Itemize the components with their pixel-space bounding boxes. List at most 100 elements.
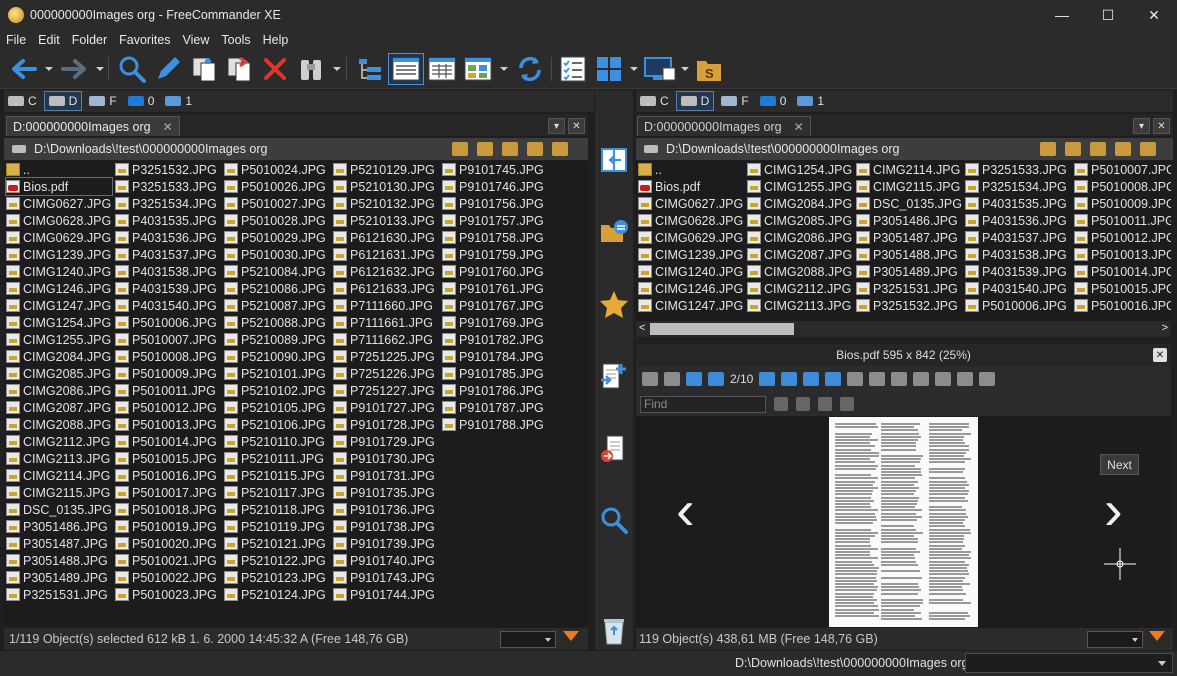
close-button[interactable]: ✕ (1131, 0, 1177, 30)
file-item[interactable]: P9101736.JPG (333, 501, 435, 518)
file-item[interactable]: P5010008.JPG (115, 348, 217, 365)
file-item[interactable]: P6121631.JPG (333, 246, 435, 263)
file-item[interactable]: P5010021.JPG (115, 552, 217, 569)
file-item[interactable]: CIMG1240.JPG (6, 263, 112, 280)
file-item[interactable]: .. (6, 161, 112, 178)
file-item[interactable]: P5010011.JPG (1074, 212, 1171, 229)
file-item[interactable]: P9101745.JPG (442, 161, 544, 178)
file-item[interactable]: P4031540.JPG (965, 280, 1067, 297)
file-item[interactable]: CIMG2115.JPG (6, 484, 112, 501)
file-item[interactable]: P5010011.JPG (115, 382, 217, 399)
file-item[interactable]: P9101735.JPG (333, 484, 435, 501)
find-options-icon[interactable] (774, 397, 788, 411)
save-page-icon[interactable] (913, 372, 929, 386)
zoom-out-icon[interactable] (935, 372, 951, 386)
minimize-button[interactable]: — (1039, 0, 1085, 30)
rotate-left-icon[interactable] (803, 372, 819, 386)
file-item[interactable]: P9101744.JPG (333, 586, 435, 603)
file-item[interactable]: P9101757.JPG (442, 212, 544, 229)
file-item[interactable]: P9101728.JPG (333, 416, 435, 433)
file-item[interactable]: P5210115.JPG (224, 467, 326, 484)
file-item[interactable]: CIMG0628.JPG (638, 212, 743, 229)
file-item[interactable]: CIMG2085.JPG (747, 212, 852, 229)
tree-view-icon[interactable] (354, 53, 386, 85)
file-item[interactable]: P9101731.JPG (333, 467, 435, 484)
maximize-button[interactable]: ☐ (1085, 0, 1131, 30)
drive-d[interactable]: D (676, 91, 715, 111)
print-icon[interactable] (979, 372, 995, 386)
sync-icon[interactable] (513, 53, 547, 85)
drive-f[interactable]: F (85, 91, 120, 111)
fit-page-icon[interactable] (642, 372, 658, 386)
file-item[interactable]: P5210084.JPG (224, 263, 326, 280)
file-item[interactable]: DSC_0135.JPG (6, 501, 112, 518)
file-item[interactable]: P5010014.JPG (1074, 263, 1171, 280)
file-item[interactable]: P9101784.JPG (442, 348, 544, 365)
favorites-folder-icon[interactable] (477, 142, 493, 156)
file-item[interactable]: P5210130.JPG (333, 178, 435, 195)
file-item[interactable]: Bios.pdf (6, 178, 112, 195)
file-item[interactable]: P5210111.JPG (224, 450, 326, 467)
file-item[interactable]: P9101730.JPG (333, 450, 435, 467)
file-item[interactable]: P4031538.JPG (965, 246, 1067, 263)
file-item[interactable]: P4031540.JPG (115, 297, 217, 314)
file-item[interactable]: P3051487.JPG (856, 229, 962, 246)
close-panel-icon[interactable]: ✕ (1153, 118, 1170, 134)
search-icon[interactable] (116, 53, 148, 85)
file-item[interactable]: P5010013.JPG (1074, 246, 1171, 263)
left-path[interactable]: D:\Downloads\!test\000000000Images org (34, 142, 267, 156)
file-item[interactable]: P4031536.JPG (965, 212, 1067, 229)
find-prev-icon[interactable] (796, 397, 810, 411)
file-item[interactable]: P7111662.JPG (333, 331, 435, 348)
file-item[interactable]: P3251533.JPG (115, 178, 217, 195)
file-item[interactable]: P9101788.JPG (442, 416, 544, 433)
move-icon[interactable] (223, 53, 255, 85)
file-item[interactable]: P9101729.JPG (333, 433, 435, 450)
drive-c[interactable]: C (4, 91, 41, 111)
file-item[interactable]: P3051488.JPG (6, 552, 112, 569)
file-item[interactable]: P5210088.JPG (224, 314, 326, 331)
file-item[interactable]: P5010017.JPG (115, 484, 217, 501)
file-item[interactable]: P7111661.JPG (333, 314, 435, 331)
find-input[interactable]: Find (640, 396, 766, 413)
history-icon[interactable] (1040, 142, 1056, 156)
file-item[interactable]: CIMG1247.JPG (6, 297, 112, 314)
copy-icon[interactable] (188, 53, 220, 85)
file-item[interactable]: CIMG1239.JPG (6, 246, 112, 263)
file-item[interactable]: P6121632.JPG (333, 263, 435, 280)
file-item[interactable]: P9101760.JPG (442, 263, 544, 280)
file-item[interactable]: P7251226.JPG (333, 365, 435, 382)
file-item[interactable]: P5010029.JPG (224, 229, 326, 246)
file-item[interactable]: P5010014.JPG (115, 433, 217, 450)
file-item[interactable]: P4031539.JPG (965, 263, 1067, 280)
first-page-icon[interactable] (686, 372, 702, 386)
file-item[interactable]: P9101787.JPG (442, 399, 544, 416)
file-item[interactable]: P5210106.JPG (224, 416, 326, 433)
file-item[interactable]: CIMG2084.JPG (6, 348, 112, 365)
file-item[interactable]: CIMG2113.JPG (6, 450, 112, 467)
menu-view[interactable]: View (177, 33, 216, 47)
root-folder-icon[interactable] (527, 142, 543, 156)
right-path[interactable]: D:\Downloads\!test\000000000Images org (666, 142, 899, 156)
tab-close-icon[interactable]: ✕ (163, 120, 173, 134)
folder-s-icon[interactable]: S (693, 53, 725, 85)
display-dropdown[interactable] (681, 67, 689, 71)
file-item[interactable]: P4031536.JPG (115, 229, 217, 246)
find-next-icon[interactable] (818, 397, 832, 411)
file-item[interactable]: P5010026.JPG (224, 178, 326, 195)
file-item[interactable]: P5010015.JPG (115, 450, 217, 467)
recycle-bin-icon[interactable] (598, 614, 630, 646)
file-item[interactable]: P5010012.JPG (115, 399, 217, 416)
file-item[interactable]: P5210117.JPG (224, 484, 326, 501)
file-item[interactable]: P5010009.JPG (1074, 195, 1171, 212)
file-item[interactable]: P9101739.JPG (333, 535, 435, 552)
file-item[interactable]: P5210102.JPG (224, 382, 326, 399)
drive-c[interactable]: C (636, 91, 673, 111)
file-item[interactable]: P9101785.JPG (442, 365, 544, 382)
file-item[interactable]: P5210089.JPG (224, 331, 326, 348)
file-item[interactable]: P7251227.JPG (333, 382, 435, 399)
file-item[interactable]: P3251532.JPG (115, 161, 217, 178)
file-item[interactable]: P4031537.JPG (115, 246, 217, 263)
forward-icon[interactable] (58, 53, 90, 85)
menu-favorites[interactable]: Favorites (113, 33, 176, 47)
